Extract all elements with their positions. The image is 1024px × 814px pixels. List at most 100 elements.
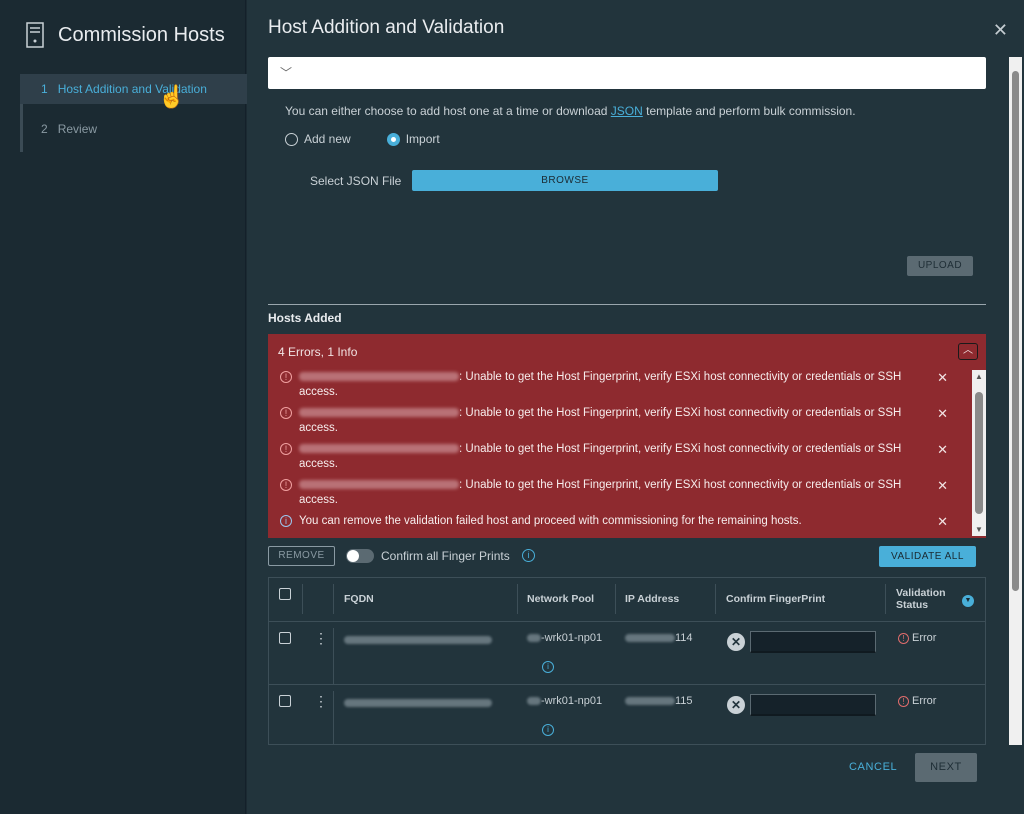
fingerprint-input[interactable] xyxy=(750,631,876,653)
toggle-knob xyxy=(347,550,359,562)
col-fqdn[interactable]: FQDN xyxy=(344,593,374,605)
redacted-prefix xyxy=(527,697,541,706)
upload-button[interactable]: UPLOAD xyxy=(907,256,973,276)
status-text: Error xyxy=(912,695,937,707)
radio-label: Add new xyxy=(304,132,351,146)
scrollbar-thumb[interactable] xyxy=(975,392,983,514)
alert-text: You can remove the validation failed hos… xyxy=(299,515,802,527)
grid-header: FQDN Network Pool IP Address Confirm Fin… xyxy=(269,578,985,622)
network-pool-text: -wrk01-np01 xyxy=(541,695,603,707)
wizard-title: Commission Hosts xyxy=(58,23,225,46)
column-divider xyxy=(715,584,716,614)
info-icon[interactable]: i xyxy=(542,724,554,736)
redacted-prefix xyxy=(527,634,541,643)
chevron-up-icon[interactable]: ︿ xyxy=(958,343,978,360)
alert-item: ! : Unable to get the Host Fingerprint, … xyxy=(268,442,970,472)
ip-address-value: 114 xyxy=(625,632,693,644)
ip-address-value: 115 xyxy=(625,695,693,707)
col-validation-status[interactable]: Validation xyxy=(896,587,946,599)
step-review[interactable]: 2 Review xyxy=(23,114,246,144)
alert-list: ! : Unable to get the Host Fingerprint, … xyxy=(268,370,970,535)
reject-fingerprint-icon[interactable]: ✕ xyxy=(727,633,745,651)
redacted-host xyxy=(299,372,459,382)
table-row: ⋮ -wrk01-np01 i 115 ✕ ! Error xyxy=(269,685,985,744)
scrollbar-thumb[interactable] xyxy=(1012,71,1019,591)
grid-toolbar: REMOVE Confirm all Finger Prints i VALID… xyxy=(268,546,986,568)
remove-button[interactable]: REMOVE xyxy=(268,546,335,566)
dismiss-icon[interactable]: ✕ xyxy=(937,370,948,385)
page-title: Host Addition and Validation xyxy=(268,17,505,38)
kebab-menu-icon[interactable]: ⋮ xyxy=(314,630,328,647)
select-json-label: Select JSON File xyxy=(310,174,402,188)
column-divider xyxy=(333,691,334,744)
row-checkbox[interactable] xyxy=(279,695,291,707)
col-confirm-fingerprint[interactable]: Confirm FingerPrint xyxy=(726,593,825,605)
json-template-link[interactable]: JSON xyxy=(611,104,643,118)
hosts-added-heading: Hosts Added xyxy=(268,311,342,325)
ip-suffix: 115 xyxy=(675,695,693,707)
row-checkbox[interactable] xyxy=(279,632,291,644)
validation-status: ! Error xyxy=(898,632,936,644)
alert-item: ! : Unable to get the Host Fingerprint, … xyxy=(268,370,970,400)
radio-label: Import xyxy=(405,132,440,146)
dismiss-icon[interactable]: ✕ xyxy=(937,478,948,493)
hosts-grid: FQDN Network Pool IP Address Confirm Fin… xyxy=(268,577,986,745)
redacted-ip xyxy=(625,634,675,643)
column-divider xyxy=(333,584,334,614)
step-number: 1 xyxy=(41,82,48,96)
alert-scrollbar[interactable]: ▲ ▼ xyxy=(972,370,986,536)
browse-button[interactable]: BROWSE xyxy=(412,170,718,191)
step-host-addition[interactable]: 1 Host Addition and Validation xyxy=(20,74,247,104)
kebab-menu-icon[interactable]: ⋮ xyxy=(314,693,328,710)
redacted-host xyxy=(299,480,459,490)
main-scrollbar[interactable] xyxy=(1009,57,1022,745)
filter-icon[interactable]: ▼ xyxy=(962,595,974,607)
dismiss-icon[interactable]: ✕ xyxy=(937,514,948,529)
table-row: ⋮ -wrk01-np01 i 114 ✕ ! Error xyxy=(269,622,985,685)
alert-summary: 4 Errors, 1 Info xyxy=(278,345,358,359)
redacted-host xyxy=(299,444,459,454)
collapsible-combo[interactable]: ﹀ xyxy=(268,57,986,89)
fingerprint-input[interactable] xyxy=(750,694,876,716)
error-icon: ! xyxy=(280,443,292,455)
confirm-all-label: Confirm all Finger Prints xyxy=(381,549,510,563)
fqdn-value xyxy=(344,697,492,709)
redacted-ip xyxy=(625,697,675,706)
col-ip-address[interactable]: IP Address xyxy=(625,593,679,605)
dismiss-icon[interactable]: ✕ xyxy=(937,406,948,421)
radio-import[interactable]: Import xyxy=(386,132,440,146)
info-icon[interactable]: i xyxy=(542,661,554,673)
server-icon xyxy=(26,22,44,48)
alert-item: ! : Unable to get the Host Fingerprint, … xyxy=(268,406,970,436)
close-icon[interactable]: ✕ xyxy=(993,20,1008,41)
redacted-host xyxy=(299,408,459,418)
chevron-down-icon: ﹀ xyxy=(280,66,293,80)
radio-add-new[interactable]: Add new xyxy=(285,132,351,146)
error-alert: 4 Errors, 1 Info ︿ ! : Unable to get the… xyxy=(268,334,986,538)
divider xyxy=(268,304,986,305)
radio-button-off[interactable] xyxy=(285,132,298,146)
description-text-post: template and perform bulk commission. xyxy=(642,104,856,118)
confirm-all-toggle[interactable] xyxy=(346,549,374,563)
validate-all-button[interactable]: VALIDATE ALL xyxy=(879,546,976,567)
scroll-down-icon[interactable]: ▼ xyxy=(975,525,983,534)
validation-status: ! Error xyxy=(898,695,936,707)
col-network-pool[interactable]: Network Pool xyxy=(527,593,594,605)
wizard-steps: 1 Host Addition and Validation 2 Review xyxy=(20,74,247,152)
network-pool-value: -wrk01-np01 xyxy=(527,695,602,707)
alert-item: i You can remove the validation failed h… xyxy=(268,514,970,529)
column-divider xyxy=(885,584,886,614)
step-label: Review xyxy=(57,122,98,136)
select-all-checkbox[interactable] xyxy=(279,588,291,600)
scroll-up-icon[interactable]: ▲ xyxy=(975,372,983,381)
column-divider xyxy=(333,628,334,684)
reject-fingerprint-icon[interactable]: ✕ xyxy=(727,696,745,714)
cancel-button[interactable]: CANCEL xyxy=(849,761,897,773)
status-text: Error xyxy=(912,632,937,644)
sidebar: Commission Hosts 1 Host Addition and Val… xyxy=(0,0,247,814)
dismiss-icon[interactable]: ✕ xyxy=(937,442,948,457)
step-number: 2 xyxy=(41,122,48,136)
info-icon[interactable]: i xyxy=(522,549,535,562)
radio-button-on[interactable] xyxy=(386,132,400,146)
next-button[interactable]: NEXT xyxy=(915,753,977,782)
